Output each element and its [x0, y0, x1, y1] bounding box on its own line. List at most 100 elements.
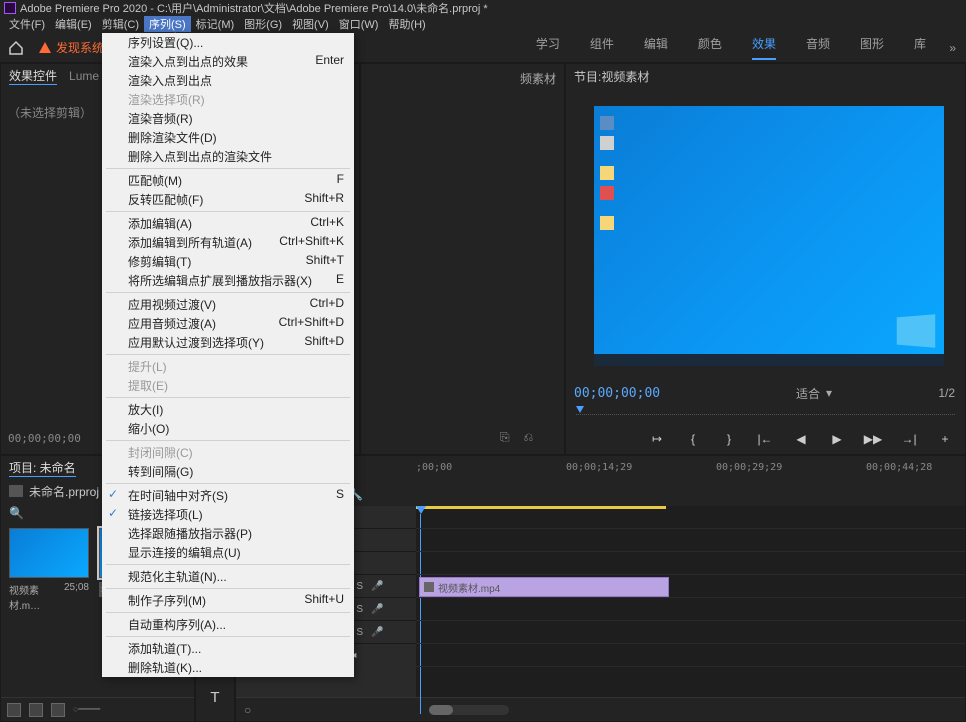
- src-insert-icon[interactable]: ⎘: [500, 430, 510, 445]
- menu-3[interactable]: 序列(S): [144, 16, 191, 32]
- menu-item[interactable]: ✓链接选择项(L): [102, 505, 354, 524]
- menu-item[interactable]: 添加编辑到所有轨道(A)Ctrl+Shift+K: [102, 233, 354, 252]
- menu-item[interactable]: 将所选编辑点扩展到播放指示器(X) E: [102, 271, 354, 290]
- solo-icon[interactable]: S: [356, 581, 363, 592]
- workspace-tab-7[interactable]: 库: [914, 35, 926, 60]
- transport-btn-3[interactable]: |←: [757, 431, 773, 447]
- menu-item[interactable]: 放大(I): [102, 400, 354, 419]
- timeline-ruler[interactable]: ;00;0000;00;14;2900;00;29;2900;00;44;28: [416, 462, 957, 476]
- menu-item[interactable]: 序列设置(Q)...: [102, 33, 354, 52]
- menu-item[interactable]: 自动重构序列(A)...: [102, 615, 354, 634]
- type-tool[interactable]: T: [204, 686, 226, 708]
- menu-item[interactable]: 修剪编辑(T)Shift+T: [102, 252, 354, 271]
- menu-item[interactable]: 应用视频过渡(V)Ctrl+D: [102, 295, 354, 314]
- workspace-tab-2[interactable]: 编辑: [644, 35, 668, 60]
- menu-item-label: 删除渲染文件(D): [128, 129, 217, 146]
- src-overwrite-icon[interactable]: ⎌: [524, 430, 534, 445]
- overflow-icon[interactable]: »: [949, 41, 956, 55]
- transport-btn-4[interactable]: ◀: [793, 431, 809, 447]
- menu-item[interactable]: 转到间隔(G): [102, 462, 354, 481]
- voice-icon[interactable]: 🎤: [371, 581, 383, 592]
- menu-item[interactable]: 反转匹配帧(F)Shift+R: [102, 190, 354, 209]
- workspace-tab-6[interactable]: 图形: [860, 35, 884, 60]
- video-clip[interactable]: 视频素材.mp4: [419, 577, 669, 597]
- menu-item[interactable]: 渲染音频(R): [102, 109, 354, 128]
- workspace-tab-4[interactable]: 效果: [752, 35, 776, 60]
- track-area[interactable]: 视频素材.mp4: [416, 506, 965, 697]
- menu-8[interactable]: 帮助(H): [383, 16, 430, 32]
- menu-2[interactable]: 剪辑(C): [97, 16, 144, 32]
- shortcut-label: Shift+D: [304, 334, 344, 351]
- solo-icon[interactable]: S: [356, 627, 363, 638]
- transport-btn-5[interactable]: ▶: [829, 431, 845, 447]
- menu-item-label: 规范化主轨道(N)...: [128, 568, 227, 585]
- desk-icon: [600, 136, 614, 150]
- menu-item[interactable]: 缩小(O): [102, 419, 354, 438]
- menu-item[interactable]: ✓在时间轴中对齐(S)S: [102, 486, 354, 505]
- menu-item[interactable]: 应用默认过渡到选择项(Y)Shift+D: [102, 333, 354, 352]
- fx-badge-icon: [424, 582, 434, 592]
- transport-btn-7[interactable]: →|: [901, 431, 917, 447]
- transport-btn-6[interactable]: ▶▶: [865, 431, 881, 447]
- menu-item[interactable]: 显示连接的编辑点(U): [102, 543, 354, 562]
- menu-item[interactable]: 添加轨道(T)...: [102, 639, 354, 658]
- voice-icon[interactable]: 🎤: [371, 604, 383, 615]
- tab-lumetri[interactable]: Lume: [69, 69, 99, 83]
- menu-item-label: 渲染入点到出点: [128, 72, 212, 89]
- app-icon: [4, 2, 16, 14]
- zoom-scrollbar[interactable]: [429, 705, 509, 715]
- icon-view-button[interactable]: [29, 703, 43, 717]
- transport-btn-1[interactable]: {: [685, 431, 701, 447]
- playhead-handle[interactable]: [576, 406, 584, 413]
- workspace-tab-5[interactable]: 音频: [806, 35, 830, 60]
- menu-item[interactable]: 渲染入点到出点: [102, 71, 354, 90]
- preview-area[interactable]: [566, 88, 965, 380]
- list-view-button[interactable]: [7, 703, 21, 717]
- menu-4[interactable]: 标记(M): [191, 16, 240, 32]
- menu-item-label: 封闭间隙(C): [128, 444, 193, 461]
- desk-icon: [600, 186, 614, 200]
- menu-0[interactable]: 文件(F): [4, 16, 50, 32]
- program-ruler[interactable]: [566, 406, 965, 424]
- transport-btn-8[interactable]: +: [937, 431, 953, 447]
- menu-item-label: 反转匹配帧(F): [128, 191, 203, 208]
- menu-5[interactable]: 图形(G): [239, 16, 287, 32]
- middle-panel: 频素材 ⎘ ⎌: [360, 63, 565, 455]
- menu-item[interactable]: 应用音频过渡(A)Ctrl+Shift+D: [102, 314, 354, 333]
- freeform-view-button[interactable]: [51, 703, 65, 717]
- workspace-tab-3[interactable]: 颜色: [698, 35, 722, 60]
- zoom-fit[interactable]: 适合 ▾: [796, 385, 832, 402]
- workspace-tab-1[interactable]: 组件: [590, 35, 614, 60]
- menu-item[interactable]: 选择跟随播放指示器(P): [102, 524, 354, 543]
- menu-item[interactable]: 渲染入点到出点的效果Enter: [102, 52, 354, 71]
- project-item[interactable]: 视频素材.m…25;08: [9, 528, 89, 612]
- expand-icon[interactable]: ○: [244, 703, 251, 717]
- menu-item[interactable]: 添加编辑(A)Ctrl+K: [102, 214, 354, 233]
- workspace-tab-0[interactable]: 学习: [536, 35, 560, 60]
- clip-name: 视频素材.mp4: [438, 580, 500, 595]
- menu-6[interactable]: 视图(V): [287, 16, 334, 32]
- transport-btn-2[interactable]: }: [721, 431, 737, 447]
- menu-item[interactable]: 删除轨道(K)...: [102, 658, 354, 677]
- tab-effect-controls[interactable]: 效果控件: [9, 67, 57, 85]
- solo-icon[interactable]: S: [356, 604, 363, 615]
- menu-item[interactable]: 删除渲染文件(D): [102, 128, 354, 147]
- menu-item[interactable]: 制作子序列(M)Shift+U: [102, 591, 354, 610]
- project-tab[interactable]: 项目: 未命名: [9, 459, 76, 477]
- menu-item-label: 将所选编辑点扩展到播放指示器(X): [128, 272, 312, 289]
- warning-text: 发现系统: [56, 39, 104, 56]
- menu-item[interactable]: 规范化主轨道(N)...: [102, 567, 354, 586]
- shortcut-label: E: [336, 272, 344, 289]
- transport-btn-0[interactable]: ↦: [649, 431, 665, 447]
- program-timecode[interactable]: 00;00;00;00: [574, 386, 660, 401]
- menu-item-label: 制作子序列(M): [128, 592, 206, 609]
- menu-7[interactable]: 窗口(W): [334, 16, 384, 32]
- menu-item[interactable]: 删除入点到出点的渲染文件: [102, 147, 354, 166]
- menubar: 文件(F)编辑(E)剪辑(C)序列(S)标记(M)图形(G)视图(V)窗口(W)…: [0, 15, 966, 33]
- resolution-select[interactable]: 1/2: [938, 386, 955, 400]
- menu-item[interactable]: 匹配帧(M)F: [102, 171, 354, 190]
- voice-icon[interactable]: 🎤: [371, 627, 383, 638]
- warning-banner[interactable]: 发现系统: [38, 39, 104, 56]
- home-icon[interactable]: [8, 40, 24, 56]
- menu-1[interactable]: 编辑(E): [50, 16, 97, 32]
